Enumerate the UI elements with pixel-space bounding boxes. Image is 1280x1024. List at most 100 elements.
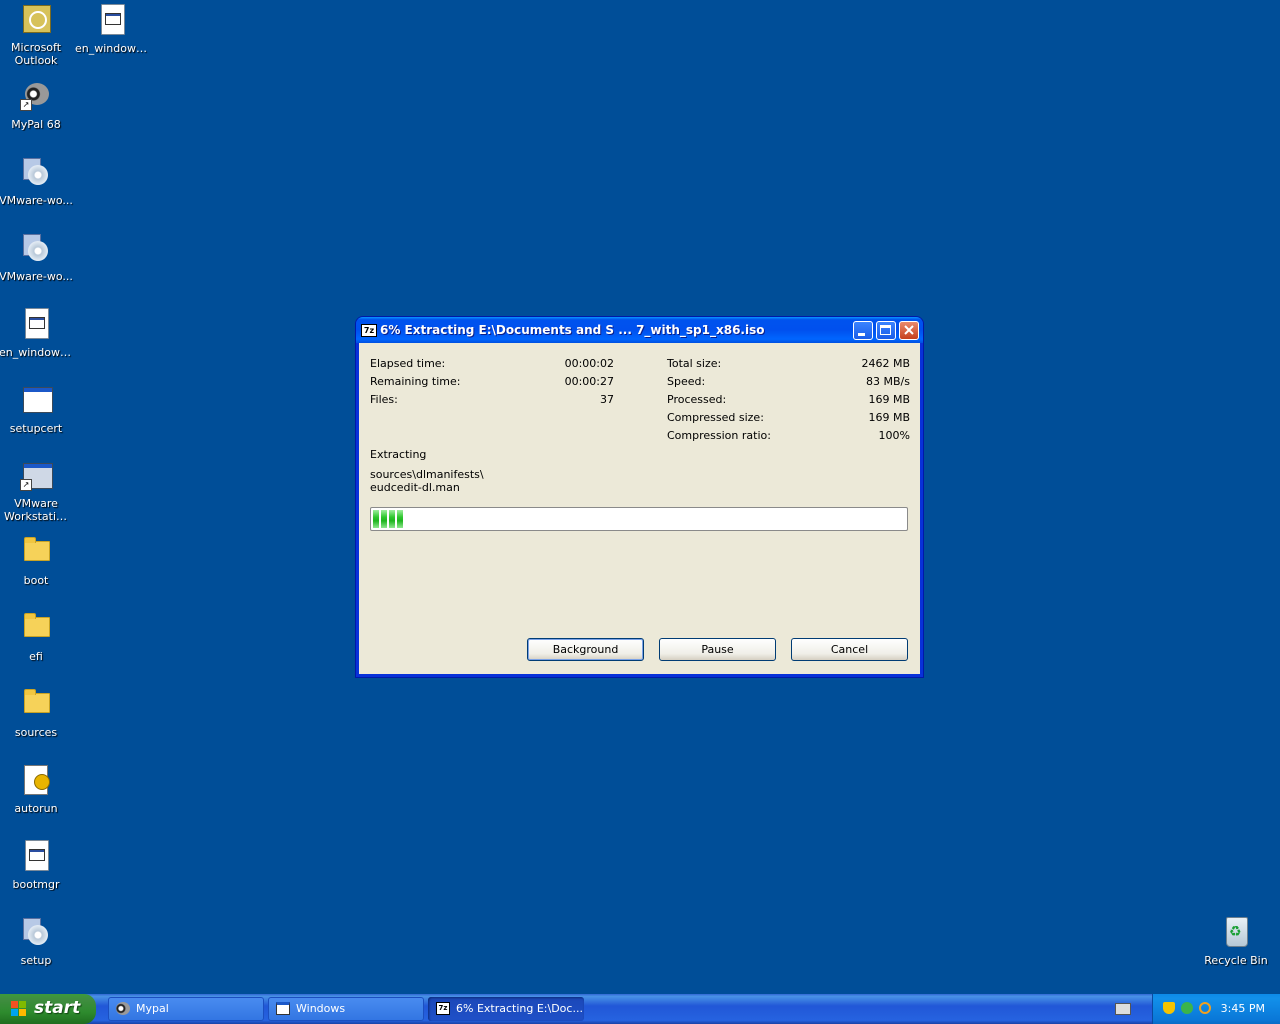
minimize-button[interactable]: [853, 321, 873, 340]
document-icon: [20, 307, 52, 339]
desktop-icon-label: VMware Workstation: [4, 497, 69, 523]
folder-icon: [20, 611, 52, 643]
compression-ratio-label: Compression ratio:: [667, 429, 771, 442]
installer-cd-icon: [20, 915, 52, 947]
desktop-icon-setupcert[interactable]: setupcert: [0, 383, 74, 435]
desktop-icon-mypal[interactable]: ↗ MyPal 68: [0, 79, 74, 131]
keyboard-layout-icon[interactable]: [1115, 1003, 1131, 1015]
cancel-button[interactable]: Cancel: [791, 638, 908, 661]
compressed-size-value: 169 MB: [868, 411, 910, 424]
installer-cd-icon: [20, 231, 52, 263]
close-icon: [904, 325, 914, 335]
desktop-icon-label: setupcert: [9, 422, 63, 435]
desktop-icon-sources-folder[interactable]: sources: [0, 687, 74, 739]
speed-value: 83 MB/s: [866, 375, 910, 388]
progress-block: [389, 510, 395, 528]
compression-ratio-value: 100%: [878, 429, 910, 442]
elapsed-time-label: Elapsed time:: [370, 357, 446, 370]
total-size-label: Total size:: [667, 357, 722, 370]
settings-file-icon: [20, 763, 52, 795]
vmware-workstation-icon: ↗: [20, 459, 53, 491]
system-tray: 3:45 PM: [1152, 994, 1280, 1024]
files-label: Files:: [370, 393, 398, 406]
total-size-value: 2462 MB: [861, 357, 910, 370]
taskbar-item-label: Windows: [296, 1002, 346, 1015]
network-icon[interactable]: [1181, 1002, 1193, 1014]
files-value: 37: [600, 393, 614, 406]
close-button[interactable]: [899, 321, 919, 340]
dialog-client-area: Elapsed time: 00:00:02 Remaining time: 0…: [359, 343, 920, 674]
raccoon-icon: ↗: [20, 79, 52, 111]
desktop-icon-label: setup: [20, 954, 52, 967]
dialog-titlebar[interactable]: 7z 6% Extracting E:\Documents and S ... …: [356, 317, 923, 343]
current-file: eudcedit-dl.man: [370, 481, 460, 494]
extract-progress-dialog: 7z 6% Extracting E:\Documents and S ... …: [356, 317, 923, 677]
folder-icon: [20, 535, 52, 567]
minimize-icon: [858, 333, 865, 336]
progress-fill: [373, 510, 403, 528]
desktop-icon-label: VMware-wo...: [0, 270, 73, 283]
taskbar-item-label: 6% Extracting E:\Doc...: [456, 1002, 583, 1015]
application-window-icon: [276, 1002, 290, 1015]
taskbar-item-mypal[interactable]: Mypal: [108, 997, 264, 1021]
desktop-icon-label: sources: [14, 726, 58, 739]
outlook-icon: [20, 3, 52, 35]
desktop-icon-bootmgr[interactable]: bootmgr: [0, 839, 74, 891]
desktop-icon-vmware-installer-2[interactable]: VMware-wo...: [0, 231, 74, 283]
desktop-icon-boot-folder[interactable]: boot: [0, 535, 74, 587]
remaining-time-label: Remaining time:: [370, 375, 461, 388]
desktop-icon-recycle-bin[interactable]: Recycle Bin: [1198, 915, 1274, 967]
start-button[interactable]: start: [0, 994, 96, 1024]
progress-block: [373, 510, 379, 528]
windows-flag-icon: [11, 1001, 27, 1017]
operation-label: Extracting: [370, 448, 427, 461]
shortcut-arrow-icon: ↗: [20, 479, 32, 491]
document-icon: [20, 839, 52, 871]
desktop-icon-setup[interactable]: setup: [0, 915, 74, 967]
desktop-icon-autorun[interactable]: autorun: [0, 763, 74, 815]
extraction-progress-bar: [370, 507, 908, 531]
desktop-icon-label: en_windows...: [75, 42, 150, 55]
taskbar-item-windows[interactable]: Windows: [268, 997, 424, 1021]
speed-label: Speed:: [667, 375, 706, 388]
security-shield-icon[interactable]: [1163, 1002, 1175, 1014]
desktop-icon-label: Recycle Bin: [1204, 954, 1268, 967]
maximize-button[interactable]: [876, 321, 896, 340]
desktop-icon-en-windows-2[interactable]: en_windows...: [0, 307, 74, 359]
desktop-icon-label: efi: [29, 650, 43, 663]
7zip-icon: 7z: [361, 324, 377, 337]
progress-block: [397, 510, 403, 528]
desktop-icon-label: Microsoft Outlook: [10, 41, 62, 67]
desktop-icon-label: bootmgr: [12, 878, 60, 891]
clock: 3:45 PM: [1220, 1002, 1265, 1015]
desktop-icon-label: MyPal 68: [11, 118, 61, 131]
desktop-icon-vmware-installer-1[interactable]: VMware-wo...: [0, 155, 74, 207]
desktop-icon-label: autorun: [14, 802, 58, 815]
desktop-icon-outlook[interactable]: Microsoft Outlook: [0, 3, 74, 67]
desktop-icon-en-windows-1[interactable]: en_windows...: [74, 3, 150, 55]
recycle-bin-icon: [1220, 915, 1252, 947]
processed-label: Processed:: [667, 393, 727, 406]
pause-button[interactable]: Pause: [659, 638, 776, 661]
desktop-icon-efi-folder[interactable]: efi: [0, 611, 74, 663]
desktop-icon-label: en_windows...: [0, 346, 74, 359]
taskbar-item-extracting[interactable]: 7z 6% Extracting E:\Doc...: [428, 997, 584, 1021]
desktop-icon-vmware-workstation[interactable]: ↗ VMware Workstation: [0, 459, 74, 523]
progress-block: [381, 510, 387, 528]
taskbar-item-label: Mypal: [136, 1002, 169, 1015]
elapsed-time-value: 00:00:02: [564, 357, 614, 370]
folder-icon: [20, 687, 52, 719]
application-window-icon: [20, 383, 53, 415]
start-label: start: [34, 998, 81, 1018]
background-button[interactable]: Background: [527, 638, 644, 661]
search-icon[interactable]: [1199, 1002, 1211, 1014]
remaining-time-value: 00:00:27: [564, 375, 614, 388]
document-icon: [96, 3, 128, 35]
desktop-icon-label: boot: [23, 574, 49, 587]
desktop-icon-label: VMware-wo...: [0, 194, 73, 207]
maximize-icon: [880, 325, 891, 335]
7zip-icon: 7z: [436, 1002, 450, 1015]
dialog-title: 6% Extracting E:\Documents and S ... 7_w…: [380, 323, 765, 337]
shortcut-arrow-icon: ↗: [20, 99, 32, 111]
installer-cd-icon: [20, 155, 52, 187]
